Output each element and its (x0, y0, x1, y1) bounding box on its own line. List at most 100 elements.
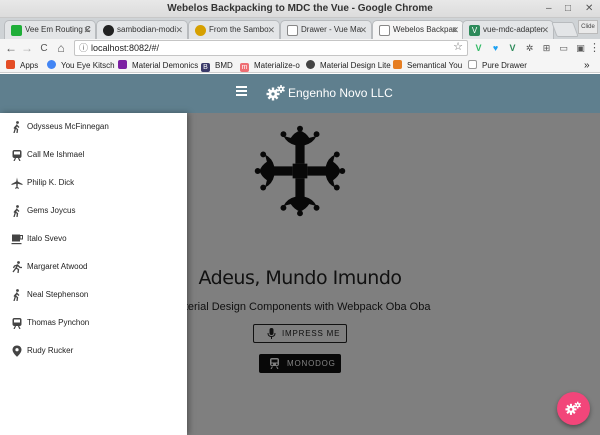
drawer-item-philip-k-dick[interactable]: Philip K. Dick (0, 169, 187, 197)
close-window-button[interactable]: ✕ (585, 2, 593, 16)
extension-screen-icon[interactable]: ▭ (557, 42, 570, 55)
maximize-button[interactable]: □ (565, 2, 571, 16)
tab-vue-mdc-adapter[interactable]: V vue-mdc-adapter ✕ (462, 20, 554, 39)
bookmark-bmd[interactable]: B BMD (201, 58, 233, 73)
gears-icon (565, 401, 582, 415)
url-text: localhost:8082/#/ (91, 43, 160, 53)
bookmark-pure-drawer[interactable]: Pure Drawer (468, 58, 527, 73)
run-icon (12, 261, 22, 273)
tab-close-icon[interactable]: ✕ (541, 21, 549, 39)
vue-devtools-icon[interactable]: V (472, 42, 485, 55)
semantic-icon (393, 60, 402, 69)
web-page: Engenho Novo LLC Adeus, Mundo Imundo Mat… (0, 74, 600, 435)
profile-button[interactable]: Clide (578, 20, 598, 34)
drawer-item-label: Odysseus McFinnegan (27, 122, 109, 131)
vue-extension-icon[interactable]: V (506, 42, 519, 55)
browser-toolbar: ← → C ⌂ ⓘ localhost:8082/#/ ☆ V ♥ V ✲ ⊞ … (0, 39, 600, 58)
info-icon[interactable]: ⓘ (79, 41, 88, 55)
bookmark-label: Material Demonics (132, 61, 199, 70)
coffee-icon (11, 234, 23, 245)
tab-close-icon[interactable]: ✕ (359, 21, 367, 39)
navigation-drawer: Odysseus McFinnegan Call Me Ishmael Phil… (0, 113, 187, 435)
bookmarks-bar: Apps You Eye Kitsch Material Demonics BB… (0, 58, 600, 73)
tab-label: From the Sambo (209, 25, 269, 34)
tab-sambodian-modi[interactable]: sambodian-modi ✕ (96, 20, 188, 39)
extension-frame-icon[interactable]: ▣ (574, 42, 587, 55)
new-tab-button[interactable] (551, 22, 579, 37)
bookmark-material-design-lite[interactable]: Material Design Lite (306, 58, 391, 73)
drawer-item-label: Philip K. Dick (27, 178, 75, 187)
airplane-icon (11, 177, 23, 189)
twitter-icon[interactable]: ♥ (489, 42, 502, 55)
bookmark-material-demonics[interactable]: Material Demonics (118, 58, 198, 73)
minimize-button[interactable]: – (546, 2, 552, 16)
bookmarks-overflow-button[interactable]: » (584, 58, 590, 73)
drawer-item-margaret-atwood[interactable]: Margaret Atwood (0, 253, 187, 281)
tab-close-icon[interactable]: ✕ (267, 21, 275, 39)
apps-grid-icon (6, 60, 15, 69)
settings-fab[interactable] (557, 392, 590, 425)
bookmark-label: BMD (215, 61, 233, 70)
bookmark-star-icon[interactable]: ☆ (453, 40, 463, 54)
home-button[interactable]: ⌂ (54, 39, 68, 58)
drawer-item-label: Call Me Ishmael (27, 150, 85, 159)
bmd-icon: B (201, 63, 210, 72)
walk-icon (13, 289, 20, 301)
tab-drawer-vue[interactable]: Drawer - Vue Ma ✕ (280, 20, 372, 39)
drawer-item-label: Margaret Atwood (27, 262, 88, 271)
walk-icon (13, 121, 20, 133)
drawer-item-label: Italo Svevo (27, 234, 67, 243)
tab-close-icon[interactable]: ✕ (83, 21, 91, 39)
bookmark-label: Pure Drawer (482, 61, 527, 70)
tab-close-icon[interactable]: ✕ (451, 21, 459, 39)
place-pin-icon (12, 345, 22, 357)
drawer-item-call-me-ishmael[interactable]: Call Me Ishmael (0, 141, 187, 169)
train-icon (12, 150, 22, 161)
forward-button[interactable]: → (20, 39, 34, 58)
drawer-item-label: Neal Stephenson (27, 290, 89, 299)
address-bar[interactable]: ⓘ localhost:8082/#/ ☆ (74, 40, 468, 56)
bookmark-materialize[interactable]: m Materialize-o (240, 58, 300, 73)
purple-square-icon (118, 60, 127, 69)
window-title: Webelos Backpacking to MDC the Vue - Goo… (167, 3, 433, 14)
extension-puzzle-icon[interactable]: ⊞ (540, 42, 553, 55)
back-button[interactable]: ← (4, 39, 18, 58)
drawer-item-rudy-rucker[interactable]: Rudy Rucker (0, 337, 187, 365)
tab-label: Vee Em Routing C (25, 25, 91, 34)
bookmark-semantical-you[interactable]: Semantical You (393, 58, 462, 73)
bookmark-you-eye-kitsch[interactable]: You Eye Kitsch (47, 58, 115, 73)
drawer-item-thomas-pynchon[interactable]: Thomas Pynchon (0, 309, 187, 337)
green-square-icon (11, 25, 22, 36)
drawer-item-odysseus-mcfinnegan[interactable]: Odysseus McFinnegan (0, 113, 187, 141)
vue-icon: V (469, 25, 480, 36)
tab-strip: Vee Em Routing C ✕ sambodian-modi ✕ From… (0, 18, 600, 39)
materialize-icon: m (240, 63, 249, 72)
drawer-item-italo-svevo[interactable]: Italo Svevo (0, 225, 187, 253)
drawer-item-gems-joycus[interactable]: Gems Joycus (0, 197, 187, 225)
bookmark-label: You Eye Kitsch (61, 61, 115, 70)
drawer-item-neal-stephenson[interactable]: Neal Stephenson (0, 281, 187, 309)
bookmark-label: Materialize-o (254, 61, 300, 70)
tab-webelos-backpacking[interactable]: Webelos Backpac ✕ (372, 20, 464, 39)
bookmark-label: Semantical You (407, 61, 463, 70)
drawer-item-label: Thomas Pynchon (27, 318, 90, 327)
tab-close-icon[interactable]: ✕ (175, 21, 183, 39)
document-icon (379, 25, 390, 36)
biohazard-icon (195, 25, 206, 36)
extension-gear-icon[interactable]: ✲ (523, 42, 536, 55)
refresh-icon (47, 60, 56, 69)
mdl-icon (306, 60, 315, 69)
tab-vee-em-routing[interactable]: Vee Em Routing C ✕ (4, 20, 96, 39)
menu-icon[interactable] (236, 86, 247, 97)
chrome-menu-icon[interactable]: ⋮ (588, 42, 600, 55)
reload-button[interactable]: C (37, 39, 51, 58)
document-icon (287, 25, 298, 36)
window-title-bar: Webelos Backpacking to MDC the Vue - Goo… (0, 0, 600, 18)
bookmark-apps[interactable]: Apps (6, 58, 38, 73)
walk-icon (13, 205, 20, 217)
drawer-item-label: Gems Joycus (27, 206, 76, 215)
tab-from-the-sambo[interactable]: From the Sambo ✕ (188, 20, 280, 39)
app-toolbar: Engenho Novo LLC (0, 74, 600, 113)
tab-label: Drawer - Vue Ma (301, 25, 362, 34)
gears-icon (266, 85, 285, 101)
